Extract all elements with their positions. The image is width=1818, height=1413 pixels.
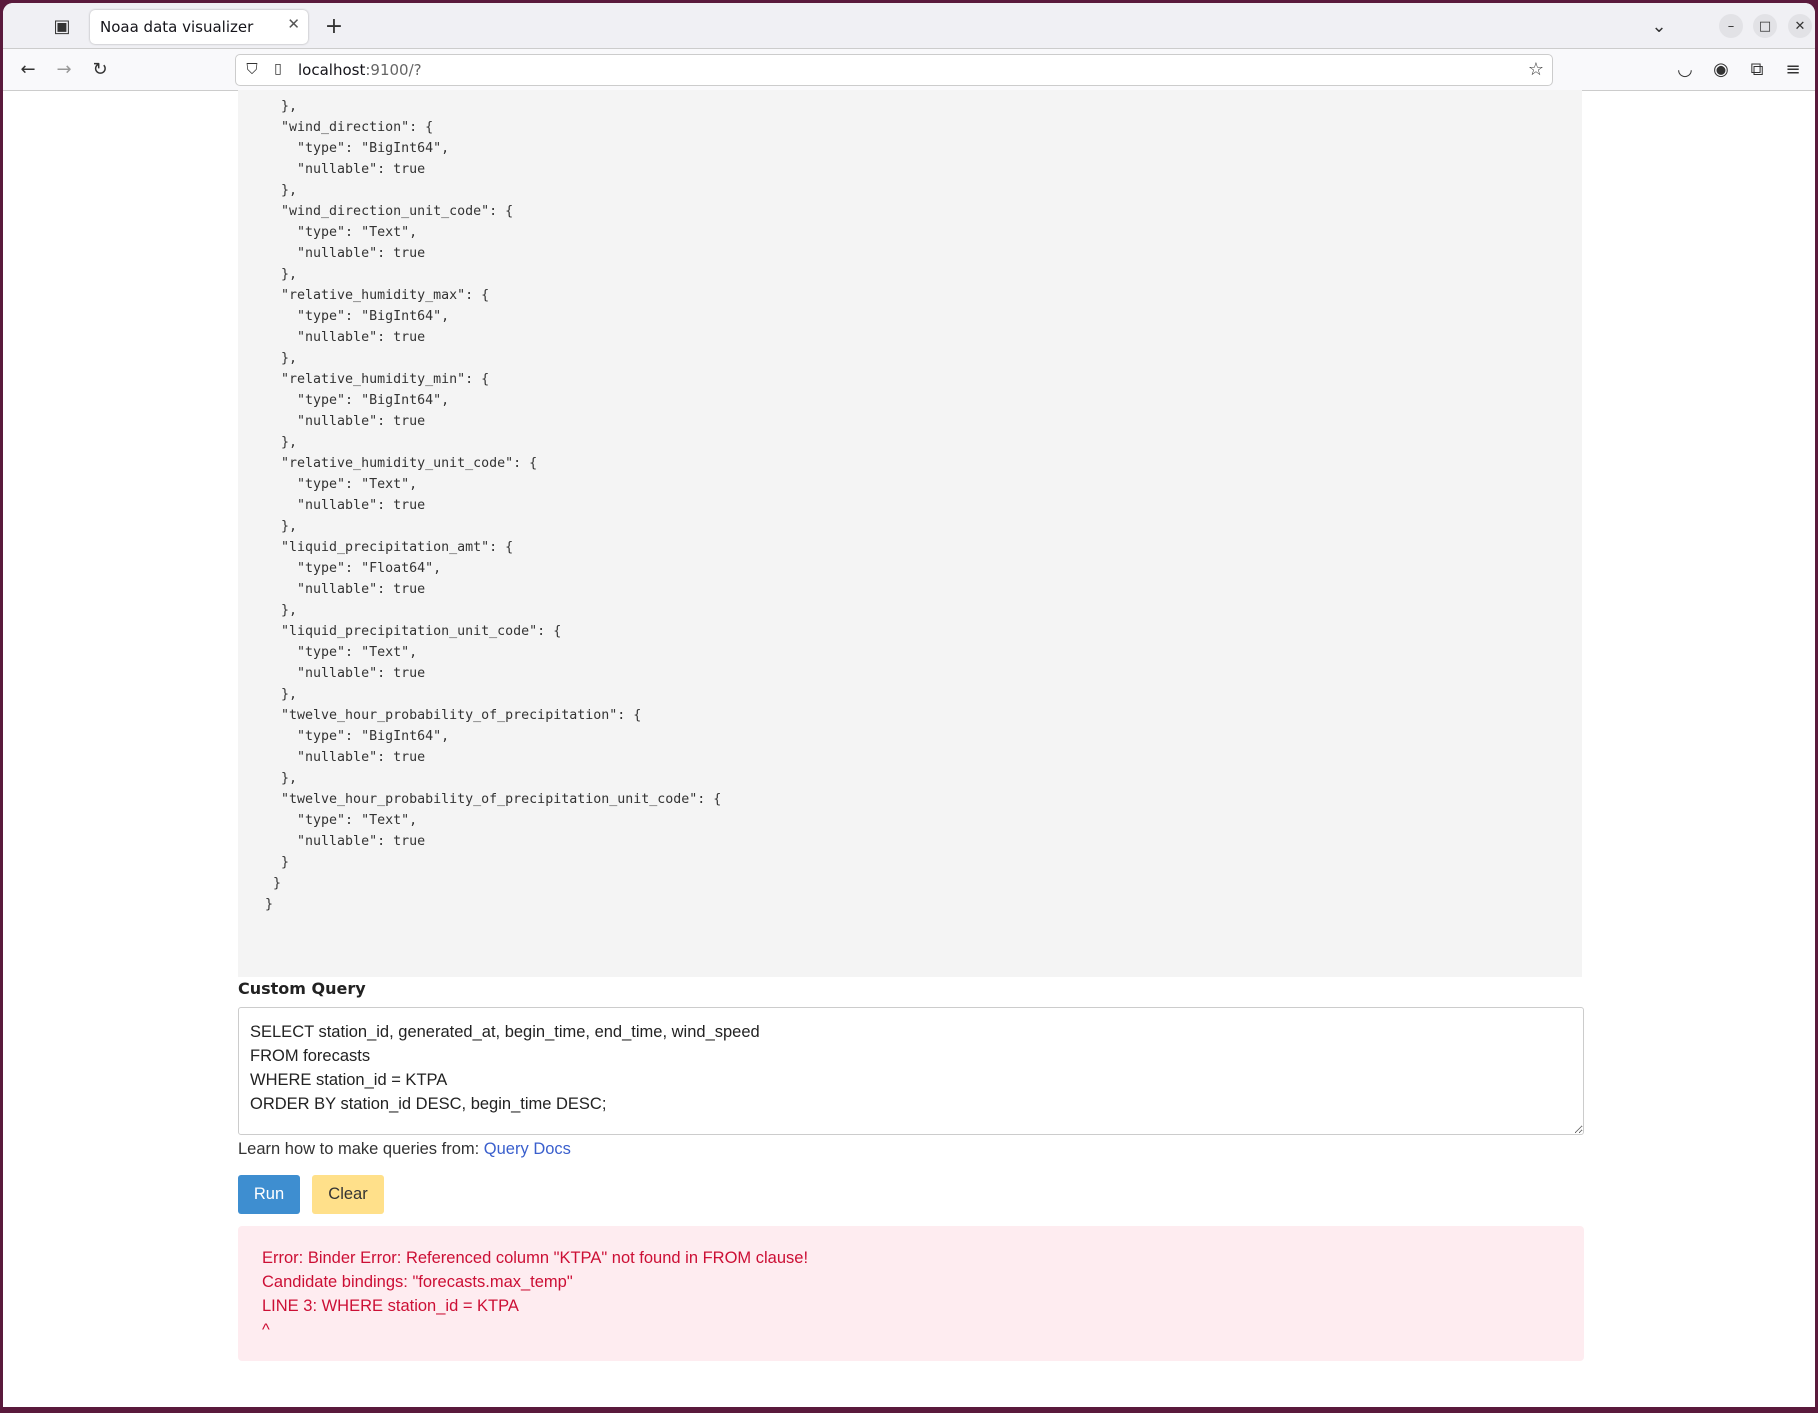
custom-query-input[interactable]: SELECT station_id, generated_at, begin_t… xyxy=(238,1007,1584,1135)
url-text[interactable]: localhost:9100/? xyxy=(298,61,422,79)
schema-line: "type": "Text", xyxy=(265,813,418,828)
schema-line: }, xyxy=(265,771,298,786)
schema-line: }, xyxy=(265,351,298,366)
tab-title: Noaa data visualizer xyxy=(100,18,254,36)
schema-line: "nullable": true xyxy=(265,834,426,849)
schema-line: "type": "Text", xyxy=(265,477,418,492)
schema-line: "liquid_precipitation_amt": { xyxy=(265,540,514,555)
tab-noaa[interactable]: Noaa data visualizer ✕ xyxy=(90,10,308,44)
custom-query-label: Custom Query xyxy=(238,979,366,998)
schema-line: "nullable": true xyxy=(265,246,426,261)
error-line: Candidate bindings: "forecasts.max_temp" xyxy=(262,1273,573,1291)
minimize-button[interactable]: – xyxy=(1719,14,1743,38)
browser-window: ▣ Noaa data visualizer ✕ + ⌄ – □ ✕ ← → ↻… xyxy=(3,3,1815,1407)
schema-line: "relative_humidity_min": { xyxy=(265,372,490,387)
schema-line: "type": "BigInt64", xyxy=(265,393,450,408)
schema-line: "type": "Text", xyxy=(265,645,418,660)
page-icon: ▯ xyxy=(274,61,282,77)
query-docs-link[interactable]: Query Docs xyxy=(484,1140,571,1158)
error-line: LINE 3: WHERE station_id = KTPA xyxy=(262,1297,519,1315)
close-tab-icon[interactable]: ✕ xyxy=(287,15,300,33)
schema-line: "nullable": true xyxy=(265,498,426,513)
page-content: }, "wind_direction": { "type": "BigInt64… xyxy=(3,90,1815,1407)
clear-button[interactable]: Clear xyxy=(312,1175,384,1214)
schema-line: "twelve_hour_probability_of_precipitatio… xyxy=(265,792,722,807)
url-path: :9100/? xyxy=(365,61,422,79)
reload-icon[interactable]: ↻ xyxy=(87,57,113,81)
schema-line: "type": "BigInt64", xyxy=(265,729,450,744)
schema-line: "nullable": true xyxy=(265,330,426,345)
url-bar[interactable]: ⛉ ▯ localhost:9100/? ☆ xyxy=(235,54,1553,86)
schema-line: }, xyxy=(265,435,298,450)
schema-line: "nullable": true xyxy=(265,162,426,177)
schema-json-block: }, "wind_direction": { "type": "BigInt64… xyxy=(238,90,1582,977)
tab-list-icon[interactable]: ▣ xyxy=(51,15,73,37)
schema-line: "type": "Float64", xyxy=(265,561,442,576)
schema-line: "type": "BigInt64", xyxy=(265,309,450,324)
schema-line: } xyxy=(265,876,282,891)
back-icon[interactable]: ← xyxy=(15,57,41,81)
schema-line: }, xyxy=(265,99,298,114)
maximize-button[interactable]: □ xyxy=(1753,14,1777,38)
close-window-button[interactable]: ✕ xyxy=(1788,14,1812,38)
shield-icon[interactable]: ⛉ xyxy=(242,59,262,79)
menu-icon[interactable]: ≡ xyxy=(1781,57,1805,81)
new-tab-icon[interactable]: + xyxy=(321,13,347,39)
learn-text: Learn how to make queries from: xyxy=(238,1140,484,1158)
schema-line: } xyxy=(265,897,274,912)
schema-line: "nullable": true xyxy=(265,750,426,765)
run-button[interactable]: Run xyxy=(238,1175,300,1214)
error-line: Error: Binder Error: Referenced column "… xyxy=(262,1249,809,1267)
schema-line: "wind_direction_unit_code": { xyxy=(265,204,514,219)
url-host: localhost xyxy=(298,61,366,79)
schema-line: }, xyxy=(265,267,298,282)
learn-queries-text: Learn how to make queries from: Query Do… xyxy=(238,1140,571,1159)
chevron-down-icon[interactable]: ⌄ xyxy=(1647,15,1671,37)
schema-line: "type": "BigInt64", xyxy=(265,141,450,156)
schema-line: }, xyxy=(265,519,298,534)
forward-icon[interactable]: → xyxy=(51,57,77,81)
error-message: Error: Binder Error: Referenced column "… xyxy=(238,1226,1584,1361)
schema-line: }, xyxy=(265,603,298,618)
schema-line: "type": "Text", xyxy=(265,225,418,240)
pocket-icon[interactable]: ◡ xyxy=(1673,57,1697,81)
bookmark-star-icon[interactable]: ☆ xyxy=(1526,59,1546,80)
schema-line: "relative_humidity_unit_code": { xyxy=(265,456,538,471)
tab-bar: ▣ Noaa data visualizer ✕ + ⌄ – □ ✕ xyxy=(3,3,1815,48)
schema-line: "nullable": true xyxy=(265,582,426,597)
schema-line: }, xyxy=(265,183,298,198)
extensions-icon[interactable]: ⧉ xyxy=(1745,57,1769,81)
schema-line: "nullable": true xyxy=(265,414,426,429)
schema-line: }, xyxy=(265,687,298,702)
schema-line: "nullable": true xyxy=(265,666,426,681)
nav-toolbar: ← → ↻ ⛉ ▯ localhost:9100/? ☆ ◡ ◉ ⧉ ≡ xyxy=(3,48,1815,91)
account-icon[interactable]: ◉ xyxy=(1709,57,1733,81)
schema-line: } xyxy=(265,855,290,870)
schema-line: "relative_humidity_max": { xyxy=(265,288,490,303)
schema-line: "twelve_hour_probability_of_precipitatio… xyxy=(265,708,642,723)
error-line: ^ xyxy=(262,1321,270,1339)
schema-line: "wind_direction": { xyxy=(265,120,434,135)
schema-line: "liquid_precipitation_unit_code": { xyxy=(265,624,562,639)
